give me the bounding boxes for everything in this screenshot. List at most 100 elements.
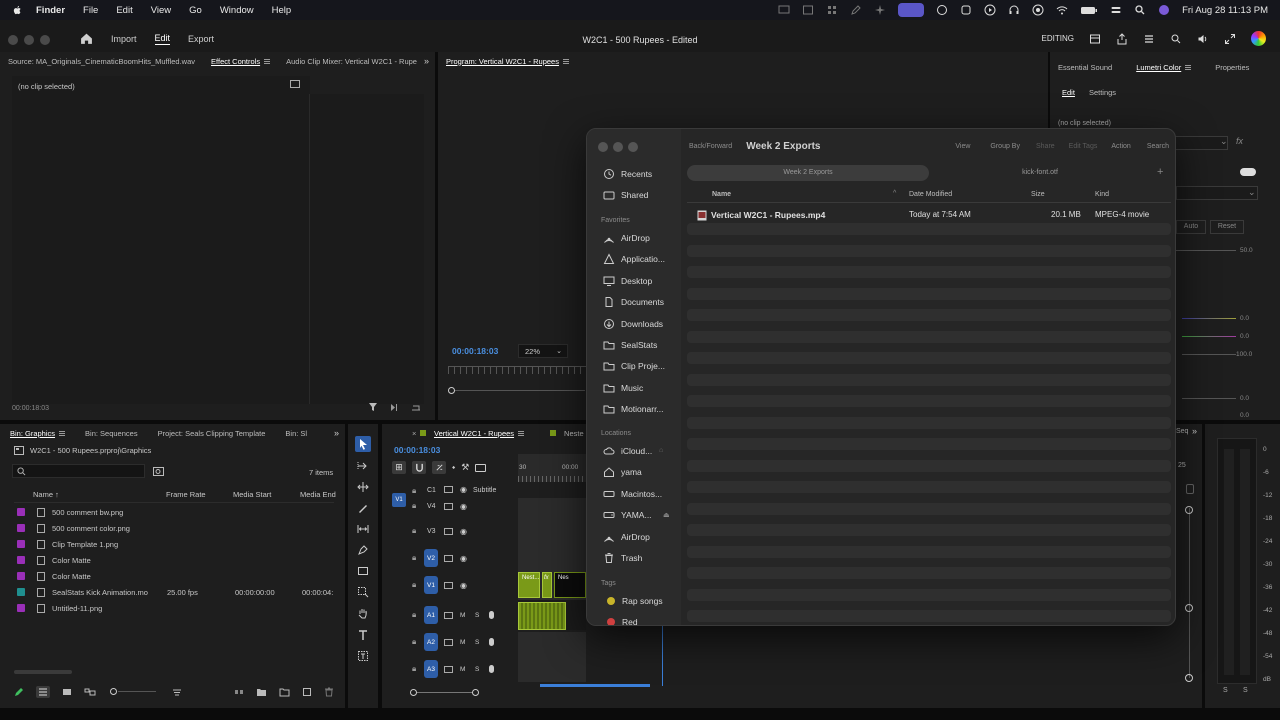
close-tab-icon[interactable]: × xyxy=(412,429,416,438)
pen-tool-icon[interactable] xyxy=(357,544,369,556)
slider-value[interactable]: 0.0 xyxy=(1240,333,1249,340)
eye-icon[interactable]: ◉ xyxy=(460,527,467,536)
sidebar-item[interactable]: Macintos... xyxy=(603,486,662,502)
marker-icon[interactable]: ⬩ xyxy=(452,462,455,473)
battery-icon[interactable] xyxy=(1080,4,1098,16)
column-media-start[interactable]: Media Start xyxy=(233,490,271,499)
vertical-scroll-track[interactable] xyxy=(1189,508,1190,678)
lock-icon[interactable]: 🔒︎ xyxy=(412,664,416,674)
tab-effect-controls[interactable]: Effect Controls xyxy=(211,57,271,66)
horizontal-scrollbar[interactable] xyxy=(14,670,72,674)
slider-track[interactable] xyxy=(1182,318,1236,319)
finder-tab-week2[interactable]: Week 2 Exports xyxy=(687,165,929,181)
tab-menu-icon[interactable] xyxy=(59,430,66,436)
track-target-toggle[interactable]: V2 xyxy=(424,549,438,567)
sync-lock-icon[interactable] xyxy=(444,502,453,510)
tab-properties[interactable]: Properties xyxy=(1215,63,1249,72)
grid-icon[interactable] xyxy=(826,4,838,16)
solo-button[interactable]: S xyxy=(475,612,479,619)
selection-tool[interactable] xyxy=(355,436,371,452)
sort-icon[interactable] xyxy=(172,687,182,697)
control-center-icon[interactable] xyxy=(1110,4,1122,16)
finder-minimize-button[interactable] xyxy=(613,142,623,152)
tab-menu-icon[interactable] xyxy=(1185,64,1192,70)
sidebar-item[interactable]: Motionarr... xyxy=(603,401,664,417)
scroll-track[interactable] xyxy=(417,692,473,693)
wifi-icon[interactable] xyxy=(1056,4,1068,16)
column-name[interactable]: Name ↑ xyxy=(33,490,59,499)
tab-source[interactable]: Source: MA_Originals_CinematicBoomHits_M… xyxy=(8,57,195,66)
group-by-button[interactable]: Group By xyxy=(990,143,1020,150)
sync-lock-icon[interactable] xyxy=(444,554,453,562)
sparkle-icon[interactable] xyxy=(874,4,886,16)
slider-handle[interactable] xyxy=(110,688,117,695)
solo-button[interactable]: S xyxy=(475,666,479,673)
slider-handle[interactable] xyxy=(1185,674,1193,682)
sidebar-item[interactable]: Documents xyxy=(603,294,664,310)
menu-window[interactable]: Window xyxy=(220,5,254,16)
zoom-select[interactable]: 22% ⌄ xyxy=(518,344,568,358)
timeline-clip[interactable]: Nest... xyxy=(518,572,540,598)
spotlight-icon[interactable] xyxy=(1134,4,1146,16)
auto-button[interactable]: Auto xyxy=(1176,220,1206,234)
list-item[interactable]: Clip Template 1.png xyxy=(0,536,340,552)
mute-button[interactable]: M xyxy=(460,612,465,619)
timeline-clip[interactable]: fx xyxy=(542,572,552,598)
sidebar-item[interactable]: SealStats xyxy=(603,337,657,353)
source-patch[interactable]: V1 xyxy=(392,493,406,507)
track-target-toggle[interactable]: V1 xyxy=(424,576,438,594)
timeline-zoom-scroll[interactable] xyxy=(410,689,479,697)
label-color-swatch[interactable] xyxy=(17,524,25,532)
list-item[interactable]: Untitled-11.png xyxy=(0,600,340,616)
column-size[interactable]: Size xyxy=(1031,191,1045,198)
share-button[interactable]: Share xyxy=(1036,143,1055,150)
slider-track[interactable] xyxy=(1182,398,1236,399)
slider-value[interactable]: 0.0 xyxy=(1240,412,1249,419)
list-item[interactable]: Color Matte xyxy=(0,552,340,568)
tab-bin-sl[interactable]: Bin: Sl xyxy=(285,429,307,438)
view-button[interactable]: View xyxy=(955,143,970,150)
generative-tool-icon[interactable] xyxy=(357,586,369,598)
eye-icon[interactable]: ◉ xyxy=(460,554,467,563)
finder-tab-kick-font[interactable]: kick-font.otf xyxy=(931,165,1149,181)
slider-track[interactable] xyxy=(1182,336,1236,337)
razor-tool-icon[interactable] xyxy=(357,502,369,514)
channel-label[interactable]: S xyxy=(1243,687,1248,694)
search-button[interactable]: Search xyxy=(1147,143,1169,150)
list-item[interactable]: SealStats Kick Animation.mo 25.00 fps 00:0… xyxy=(0,584,340,600)
sidebar-item[interactable]: Desktop xyxy=(603,273,652,289)
track-target-toggle[interactable]: A2 xyxy=(424,633,438,651)
dot-icon[interactable] xyxy=(1032,4,1044,16)
slider-track[interactable] xyxy=(1182,354,1236,355)
share-icon[interactable] xyxy=(1116,32,1128,45)
nest-toggle-icon[interactable]: ⊞ xyxy=(392,461,406,474)
pen-icon[interactable] xyxy=(850,4,862,16)
creative-cloud-icon[interactable] xyxy=(936,4,948,16)
sidebar-item[interactable]: Applicatio... xyxy=(603,251,665,267)
volume-icon[interactable] xyxy=(1197,33,1209,45)
slider-track[interactable] xyxy=(118,691,156,692)
play-icon[interactable] xyxy=(984,4,996,16)
fx-icon[interactable]: fx xyxy=(1236,136,1243,146)
new-tab-icon[interactable]: + xyxy=(1157,166,1163,178)
list-item[interactable]: 500 comment color.png xyxy=(0,520,340,536)
pencil-icon[interactable] xyxy=(14,687,24,697)
menu-help[interactable]: Help xyxy=(272,5,292,16)
sync-lock-icon[interactable] xyxy=(444,638,453,646)
tab-essential-sound[interactable]: Essential Sound xyxy=(1058,63,1112,72)
label-color-swatch[interactable] xyxy=(17,540,25,548)
slip-tool-icon[interactable] xyxy=(357,523,369,535)
sidebar-item[interactable]: iCloud... xyxy=(603,443,652,459)
slider-value[interactable]: 0.0 xyxy=(1240,315,1249,322)
tab-bin-graphics[interactable]: Bin: Graphics xyxy=(10,429,66,438)
lock-icon[interactable]: 🔒︎ xyxy=(412,553,416,563)
rectangle-tool-icon[interactable] xyxy=(357,565,369,577)
column-name[interactable]: Name xyxy=(712,191,731,198)
eye-icon[interactable]: ◉ xyxy=(460,581,467,590)
tab-bin-sequences[interactable]: Bin: Sequences xyxy=(85,429,138,438)
microphone-icon[interactable] xyxy=(489,638,494,646)
channel-label[interactable]: S xyxy=(1223,687,1228,694)
sidebar-item[interactable]: yama xyxy=(603,464,642,480)
menu-file[interactable]: File xyxy=(83,5,98,16)
microphone-icon[interactable] xyxy=(489,665,494,673)
